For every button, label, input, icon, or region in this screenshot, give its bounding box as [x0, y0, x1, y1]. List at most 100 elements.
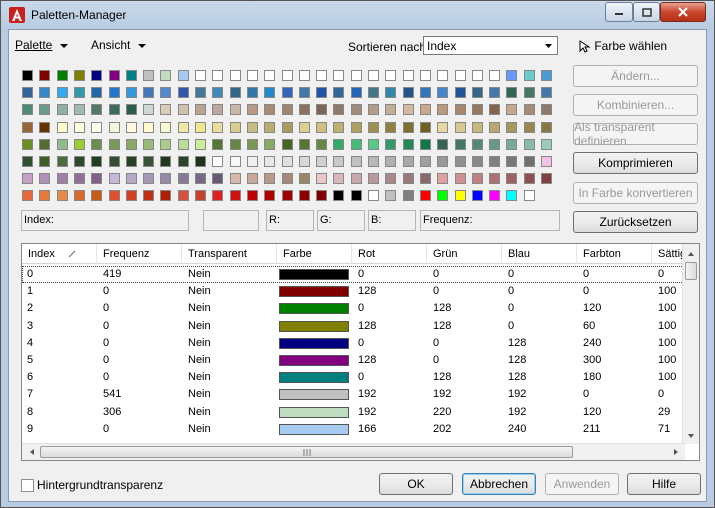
palette-swatch[interactable] — [333, 87, 344, 98]
palette-swatch[interactable] — [351, 190, 362, 201]
palette-swatch[interactable] — [212, 104, 223, 115]
palette-swatch[interactable] — [264, 122, 275, 133]
palette-swatch[interactable] — [489, 104, 500, 115]
palette-swatch[interactable] — [541, 104, 552, 115]
palette-swatch[interactable] — [351, 122, 362, 133]
palette-swatch[interactable] — [385, 104, 396, 115]
palette-swatch[interactable] — [178, 190, 189, 201]
palette-swatch[interactable] — [316, 104, 327, 115]
palette-swatch[interactable] — [420, 70, 431, 81]
palette-swatch[interactable] — [109, 139, 120, 150]
palette-swatch[interactable] — [385, 122, 396, 133]
palette-swatch[interactable] — [160, 87, 171, 98]
header-frequency[interactable]: Frequenz — [97, 244, 182, 264]
palette-swatch[interactable] — [195, 156, 206, 167]
palette-swatch[interactable] — [91, 122, 102, 133]
palette-swatch[interactable] — [160, 70, 171, 81]
palette-swatch[interactable] — [524, 173, 535, 184]
palette-swatch[interactable] — [351, 70, 362, 81]
palette-swatch[interactable] — [126, 70, 137, 81]
palette-swatch[interactable] — [22, 87, 33, 98]
palette-swatch[interactable] — [160, 173, 171, 184]
palette-swatch[interactable] — [368, 173, 379, 184]
palette-swatch[interactable] — [403, 87, 414, 98]
palette-swatch[interactable] — [126, 122, 137, 133]
pick-color-button[interactable]: Farbe wählen — [579, 39, 667, 53]
palette-swatch[interactable] — [351, 87, 362, 98]
palette-swatch[interactable] — [39, 104, 50, 115]
palette-swatch[interactable] — [455, 173, 466, 184]
palette-swatch[interactable] — [368, 104, 379, 115]
menu-palette[interactable]: Palette — [15, 38, 69, 52]
table-row[interactable]: 8 306 Nein 192 220 192 120 29 — [22, 404, 684, 421]
palette-swatch[interactable] — [420, 190, 431, 201]
palette-swatch[interactable] — [264, 173, 275, 184]
palette-swatch[interactable] — [91, 173, 102, 184]
palette-swatch[interactable] — [282, 139, 293, 150]
palette-swatch[interactable] — [472, 139, 483, 150]
palette-swatch[interactable] — [160, 190, 171, 201]
palette-swatch[interactable] — [420, 173, 431, 184]
palette-swatch[interactable] — [126, 104, 137, 115]
palette-swatch[interactable] — [541, 173, 552, 184]
bg-transparency-checkbox[interactable]: Hintergrundtransparenz — [21, 478, 163, 493]
palette-swatch[interactable] — [178, 173, 189, 184]
scroll-left-icon[interactable] — [24, 444, 40, 460]
palette-swatch[interactable] — [489, 173, 500, 184]
set-transparent-button[interactable]: Als transparent definieren — [573, 120, 698, 148]
palette-swatch[interactable] — [506, 122, 517, 133]
palette-swatch[interactable] — [212, 139, 223, 150]
palette-swatch[interactable] — [351, 139, 362, 150]
header-blue[interactable]: Blau — [502, 244, 577, 264]
header-green[interactable]: Grün — [427, 244, 502, 264]
palette-swatch[interactable] — [368, 156, 379, 167]
palette-swatch[interactable] — [282, 122, 293, 133]
checkbox-box[interactable] — [21, 479, 34, 493]
palette-swatch[interactable] — [74, 87, 85, 98]
palette-swatch[interactable] — [385, 190, 396, 201]
palette-swatch[interactable] — [247, 104, 258, 115]
palette-swatch[interactable] — [143, 139, 154, 150]
palette-swatch[interactable] — [212, 70, 223, 81]
palette-swatch[interactable] — [57, 156, 68, 167]
palette-swatch[interactable] — [178, 70, 189, 81]
palette-swatch[interactable] — [472, 70, 483, 81]
palette-swatch[interactable] — [264, 87, 275, 98]
palette-swatch[interactable] — [333, 122, 344, 133]
palette-swatch[interactable] — [109, 173, 120, 184]
palette-swatch[interactable] — [91, 70, 102, 81]
palette-swatch[interactable] — [506, 70, 517, 81]
palette-swatch[interactable] — [385, 139, 396, 150]
palette-swatch[interactable] — [91, 139, 102, 150]
vertical-scrollbar[interactable] — [682, 244, 699, 444]
header-red[interactable]: Rot — [352, 244, 427, 264]
palette-swatch[interactable] — [57, 70, 68, 81]
palette-swatch[interactable] — [351, 173, 362, 184]
palette-swatch[interactable] — [143, 173, 154, 184]
palette-swatch[interactable] — [506, 173, 517, 184]
sort-select[interactable]: Index — [423, 36, 558, 55]
palette-swatch[interactable] — [299, 173, 310, 184]
palette-swatch[interactable] — [230, 70, 241, 81]
palette-swatch[interactable] — [282, 173, 293, 184]
palette-swatch[interactable] — [39, 122, 50, 133]
palette-swatch[interactable] — [299, 70, 310, 81]
palette-swatch[interactable] — [455, 139, 466, 150]
palette-swatch[interactable] — [299, 104, 310, 115]
palette-swatch[interactable] — [403, 156, 414, 167]
palette-swatch[interactable] — [264, 139, 275, 150]
palette-swatch[interactable] — [420, 87, 431, 98]
palette-swatch[interactable] — [143, 156, 154, 167]
palette-swatch[interactable] — [74, 173, 85, 184]
palette-swatch[interactable] — [403, 70, 414, 81]
palette-swatch[interactable] — [212, 122, 223, 133]
palette-swatch[interactable] — [230, 173, 241, 184]
palette-swatch[interactable] — [109, 190, 120, 201]
palette-swatch[interactable] — [39, 139, 50, 150]
palette-swatch[interactable] — [109, 122, 120, 133]
maximize-button[interactable] — [633, 2, 660, 22]
palette-swatch[interactable] — [524, 190, 535, 201]
palette-swatch[interactable] — [195, 104, 206, 115]
palette-swatch[interactable] — [299, 190, 310, 201]
palette-swatch[interactable] — [22, 156, 33, 167]
